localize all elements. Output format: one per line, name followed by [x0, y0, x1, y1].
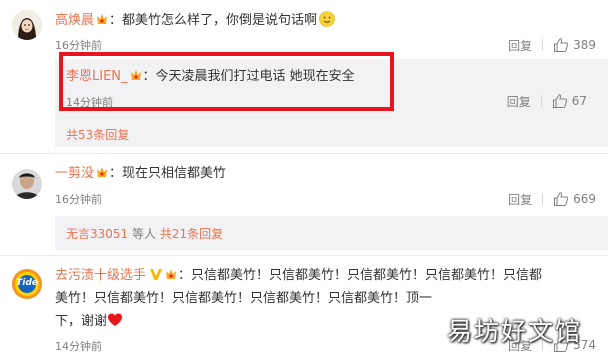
thread-summary-text: 等人 [128, 227, 160, 241]
avatar[interactable] [12, 10, 42, 40]
username-link[interactable]: 去污渍十级选手 [55, 268, 146, 283]
comment-body: 美竹！只信都美竹！只信都美竹！只信都美竹！只信都美竹！顶一 [55, 291, 433, 306]
comment-text-line: 去污渍十级选手 ：只信都美竹！只信都美竹！只信都美竹！只信都美竹！只信都 [55, 266, 543, 283]
avatar[interactable] [12, 169, 42, 199]
divider [542, 39, 544, 51]
thumbs-up-icon[interactable] [552, 93, 568, 109]
thread-summary: 无言33051 等人 共21条回复 [66, 225, 223, 242]
divider [542, 193, 544, 205]
thumbs-up-icon[interactable] [553, 37, 569, 53]
more-replies-row: 共53条回复 [66, 126, 129, 143]
highlight-box [59, 52, 394, 111]
comment-actions: 回复 389 [508, 36, 596, 54]
avatar[interactable]: Tide [12, 269, 42, 299]
avatar-logo-text: Tide [16, 278, 38, 288]
reply-button[interactable]: 回复 [508, 191, 532, 208]
comment-text-line: 一剪没 ：现在只相信都美竹 [55, 166, 227, 181]
comment-text-line: 高焕晨 ：都美竹怎么样了，你倒是说句话啊 [55, 11, 335, 30]
smile-emoji-icon [319, 11, 335, 27]
comment-body: 现在只相信都美竹 [122, 166, 227, 181]
like-count: 67 [571, 94, 587, 108]
more-replies-link[interactable]: 共21条回复 [160, 227, 223, 241]
watermark: 易坊好文馆 [446, 317, 582, 346]
comment-time: 16分钟前 [55, 39, 102, 52]
thumbs-up-icon[interactable] [553, 191, 569, 207]
more-replies-link[interactable]: 共53条回复 [66, 128, 129, 142]
comment-body: 只信都美竹！只信都美竹！只信都美竹！只信都美竹！只信都 [191, 268, 543, 283]
like-count: 389 [573, 38, 596, 52]
thread-summary-box: 无言33051 等人 共21条回复 [55, 216, 608, 250]
heart-emoji-icon [107, 312, 123, 328]
comment-body: 下，谢谢 [55, 314, 108, 329]
divider [540, 95, 542, 107]
username-link[interactable]: 一剪没 [55, 166, 94, 181]
comment-actions: 回复 669 [508, 190, 596, 208]
comment-item: 一剪没 ：现在只相信都美竹 16分钟前 回复 669 无言33051 等人 共21… [0, 154, 608, 256]
thread-user-link[interactable]: 无言33051 [66, 227, 128, 241]
reply-button[interactable]: 回复 [507, 93, 531, 110]
comment-body: 都美竹怎么样了，你倒是说句话啊 [122, 13, 318, 28]
vip-badge-icon [95, 166, 109, 179]
sub-reply-actions: 回复 67 [507, 92, 587, 110]
verified-v-icon [149, 266, 163, 280]
vip-badge-icon [95, 13, 109, 26]
like-count: 669 [573, 192, 596, 206]
username-link[interactable]: 高焕晨 [55, 13, 94, 28]
comment-time: 14分钟前 [55, 340, 102, 353]
comment-time: 16分钟前 [55, 193, 102, 206]
vip-badge-icon [164, 266, 178, 279]
reply-button[interactable]: 回复 [508, 37, 532, 54]
